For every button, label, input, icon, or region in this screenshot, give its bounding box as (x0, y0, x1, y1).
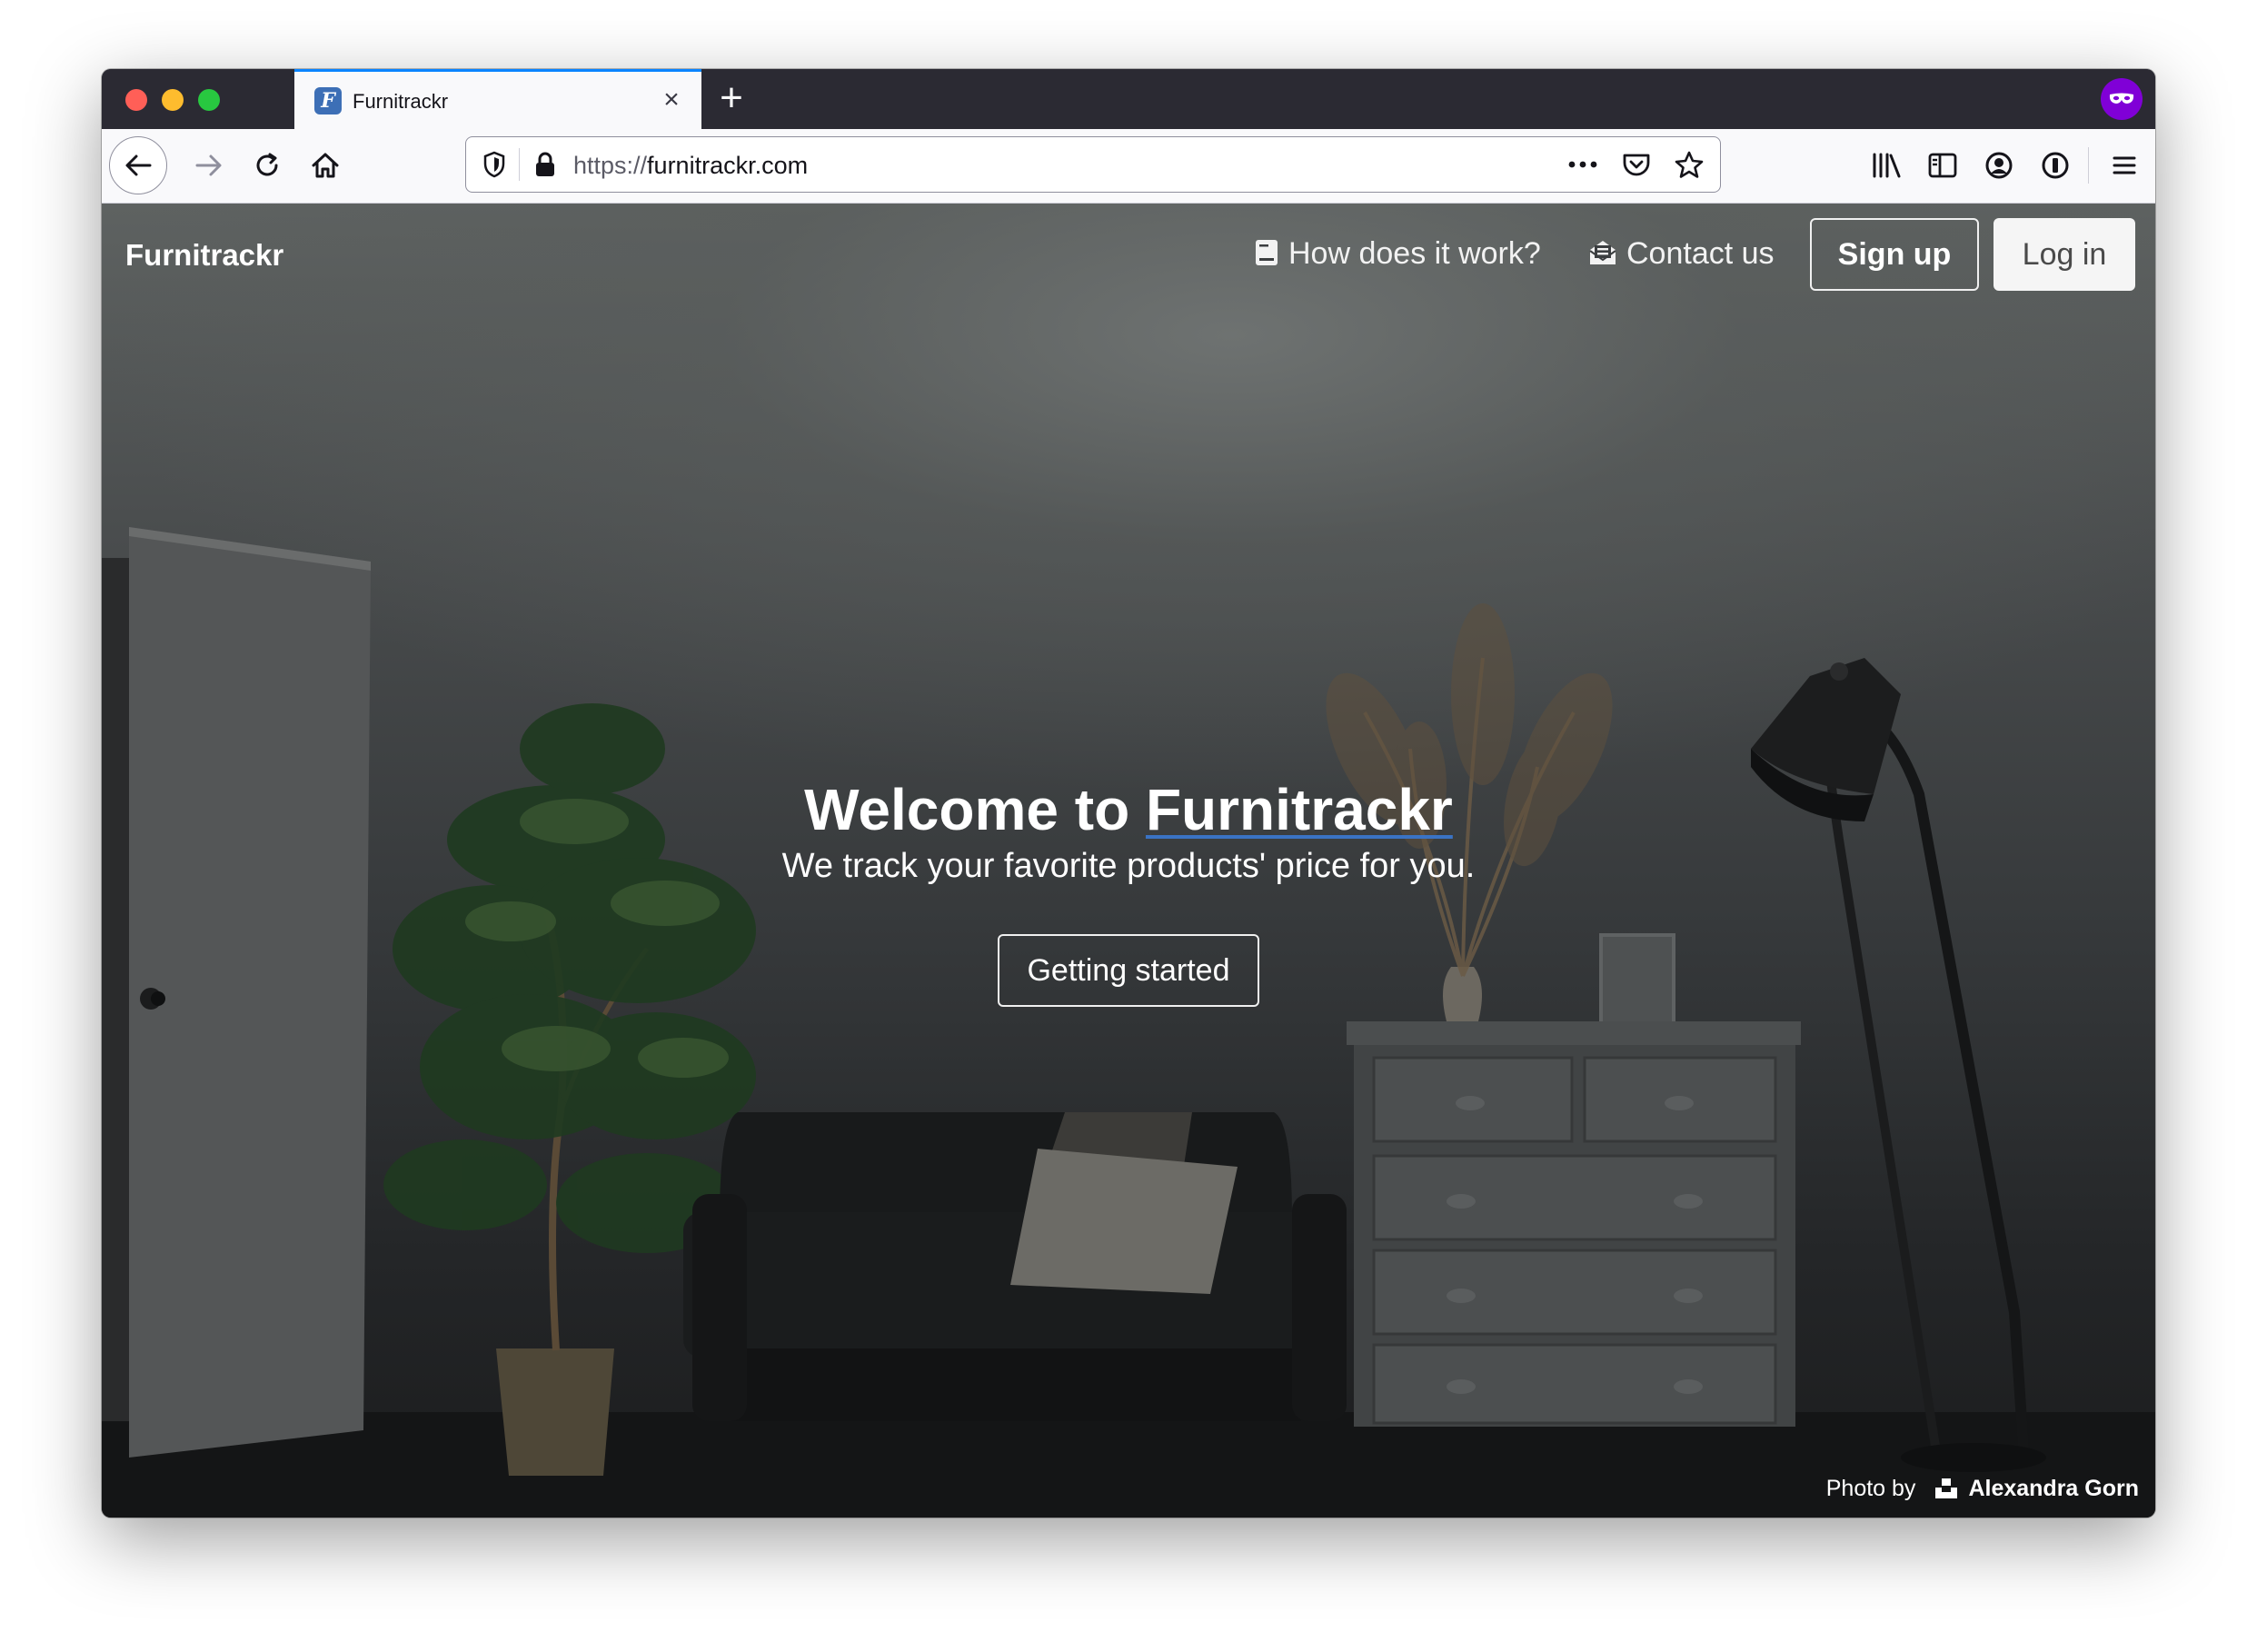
tab-strip: F Furnitrackr × + (102, 69, 2155, 129)
nav-how-it-works-link[interactable]: How does it work? (1254, 236, 1541, 275)
tab-title: Furnitrackr (353, 90, 449, 113)
home-button[interactable] (300, 140, 351, 191)
log-in-button[interactable]: Log in (1994, 218, 2135, 291)
browser-window: F Furnitrackr × + https://furnitrackr.co… (102, 69, 2155, 1518)
lock-icon[interactable] (533, 150, 557, 179)
sign-up-button[interactable]: Sign up (1810, 218, 1979, 291)
photo-credit-author-link[interactable]: Alexandra Gorn (1968, 1476, 2139, 1501)
site-logo[interactable]: Furnitrackr (125, 238, 283, 273)
address-bar[interactable]: https://furnitrackr.com (465, 136, 1721, 193)
tracking-protection-icon[interactable] (482, 150, 506, 179)
url-divider (519, 148, 520, 181)
reload-button[interactable] (242, 140, 293, 191)
web-page: Furnitrackr How does it work? Contact us… (102, 204, 2155, 1518)
account-icon[interactable] (1974, 140, 2024, 191)
page-actions-icon[interactable] (1565, 146, 1601, 183)
hero-title-prefix: Welcome to (804, 777, 1146, 842)
site-favicon-icon: F (314, 87, 342, 114)
new-tab-button[interactable]: + (712, 78, 751, 118)
url-text[interactable]: https://furnitrackr.com (573, 152, 808, 180)
book-icon (1254, 238, 1279, 275)
tab-active[interactable]: F Furnitrackr × (294, 69, 701, 129)
menu-icon[interactable] (2099, 140, 2150, 191)
photo-credit: Photo by Alexandra Gorn (1826, 1476, 2139, 1505)
maximize-window-button[interactable] (198, 89, 220, 111)
site-header: Furnitrackr How does it work? Contact us… (102, 204, 2155, 313)
photo-credit-prefix: Photo by (1825, 1476, 1916, 1501)
unsplash-icon (1935, 1478, 1958, 1505)
minimize-window-button[interactable] (162, 89, 184, 111)
private-browsing-icon[interactable] (2101, 78, 2143, 120)
hero-title-brand: Furnitrackr (1145, 777, 1453, 842)
library-icon[interactable] (1861, 140, 1912, 191)
url-scheme: https:// (573, 152, 648, 179)
url-actions (1552, 146, 1707, 183)
close-window-button[interactable] (125, 89, 147, 111)
nav-how-it-works-label: How does it work? (1288, 236, 1541, 271)
url-host: furnitrackr.com (647, 152, 809, 179)
pocket-icon[interactable] (1618, 146, 1655, 183)
back-button[interactable] (109, 136, 167, 194)
password-manager-icon[interactable] (2030, 140, 2081, 191)
hero-title: Welcome to Furnitrackr (102, 776, 2155, 843)
getting-started-button[interactable]: Getting started (998, 934, 1259, 1007)
hero-subtitle: We track your favorite products' price f… (781, 847, 1476, 885)
sidebar-icon[interactable] (1917, 140, 1968, 191)
toolbar-right (1846, 140, 2155, 191)
bookmark-star-icon[interactable] (1671, 146, 1707, 183)
nav-contact-link[interactable]: Contact us (1588, 236, 1775, 275)
toolbar-divider (2088, 147, 2089, 184)
navigation-toolbar: https://furnitrackr.com (102, 129, 2155, 204)
nav-contact-label: Contact us (1626, 236, 1775, 271)
envelope-open-text-icon (1588, 238, 1617, 275)
forward-button[interactable] (184, 140, 234, 191)
close-tab-icon[interactable]: × (658, 86, 685, 114)
